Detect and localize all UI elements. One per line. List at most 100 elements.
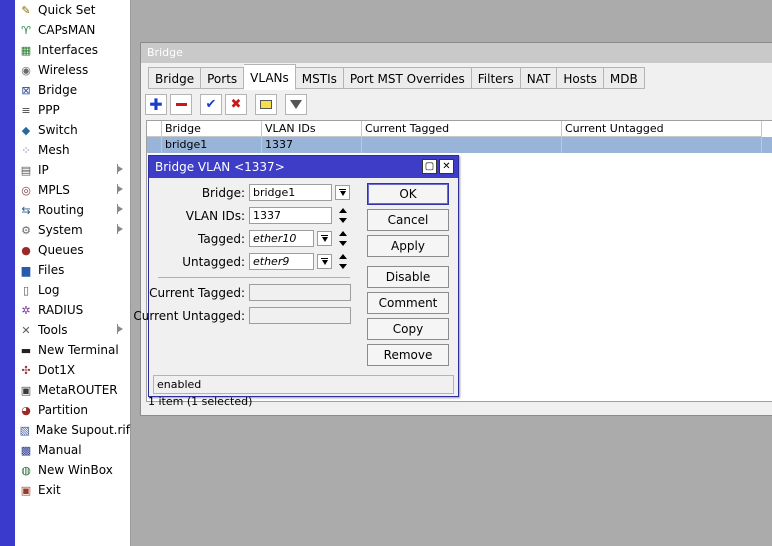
sidebar-item-manual[interactable]: ▩ Manual [15,440,130,460]
bridge-select[interactable]: bridge1 [249,184,332,201]
apply-button[interactable]: Apply [367,235,449,257]
dialog-separator [158,277,350,278]
column-header[interactable]: VLAN IDs [262,121,362,137]
filter-button[interactable] [285,94,307,115]
sidebar-item-mpls[interactable]: ◎ MPLS [15,180,130,200]
sidebar-item-label: Exit [38,483,61,497]
column-header[interactable]: Bridge [162,121,262,137]
sidebar-item-quick-set[interactable]: ✎ Quick Set [15,0,130,20]
sidebar-item-interfaces[interactable]: ▦ Interfaces [15,40,130,60]
submenu-arrow-icon [117,164,124,174]
sidebar-item-new-winbox[interactable]: ◍ New WinBox [15,460,130,480]
comment-button[interactable]: Comment [367,292,449,314]
sidebar-item-routing[interactable]: ⇆ Routing [15,200,130,220]
close-icon[interactable]: ✕ [439,159,454,174]
sidebar-item-log[interactable]: ▯ Log [15,280,130,300]
minus-icon [175,103,187,106]
tab-hosts[interactable]: Hosts [557,67,604,89]
untagged-select[interactable]: ether9 [249,253,314,270]
tab-ports[interactable]: Ports [201,67,245,89]
comment-button[interactable] [255,94,277,115]
sidebar-item-new-terminal[interactable]: ▬ New Terminal [15,340,130,360]
dialog-status: enabled [153,375,454,394]
exit-icon: ▣ [20,483,32,497]
sidebar-item-label: New WinBox [38,463,113,477]
sidebar-item-label: Make Supout.rif [35,423,130,437]
sidebar-item-label: MetaROUTER [38,383,118,397]
tagged-select[interactable]: ether10 [249,230,314,247]
switch-icon: ◆ [21,123,31,137]
tab-filters[interactable]: Filters [471,67,521,89]
bridge-window-title[interactable]: Bridge [141,43,772,63]
sidebar-item-label: Bridge [38,83,78,97]
dot1x-icon: ✣ [21,363,31,377]
tagged-label-row: Tagged: [149,230,245,247]
tab-vlans[interactable]: VLANs [244,64,296,90]
sidebar-item-radius[interactable]: ✲ RADIUS [15,300,130,320]
tab-mdb[interactable]: MDB [603,67,645,89]
sidebar-item-label: Wireless [38,63,89,77]
sidebar-item-capsman[interactable]: ♈ CAPsMAN [15,20,130,40]
copy-button[interactable]: Copy [367,318,449,340]
vlan-ids-input[interactable]: 1337 [249,207,332,224]
table-cell [562,137,762,153]
table-row[interactable]: bridge1 1337 [147,137,772,153]
sidebar-item-mesh[interactable]: ⁘ Mesh [15,140,130,160]
cross-icon: ✖ [230,97,242,112]
left-brand-strip [0,0,15,546]
sidebar-item-exit[interactable]: ▣ Exit [15,480,130,500]
sidebar-item-make-supout-rif[interactable]: ▧ Make Supout.rif [15,420,130,440]
untagged-updown-icon[interactable] [338,253,349,270]
sidebar-item-wireless[interactable]: ◉ Wireless [15,60,130,80]
cancel-button[interactable]: Cancel [367,209,449,231]
sidebar-menu: ✎ Quick Set ♈ CAPsMAN ▦ Interfaces ◉ Wireless ⊠ B… [15,0,131,546]
tab-mstis[interactable]: MSTIs [295,67,344,89]
row-spacer [147,137,162,153]
winbox-icon: ◍ [21,463,31,477]
maximize-icon[interactable]: ▢ [422,159,437,174]
remove-button[interactable]: Remove [367,344,449,366]
sidebar-item-files[interactable]: ▆ Files [15,260,130,280]
bridge-label: Bridge: [201,185,245,200]
vlan-ids-updown-icon[interactable] [338,207,349,224]
sidebar-item-system[interactable]: ⚙ System [15,220,130,240]
queues-icon: ● [21,243,31,257]
antenna-icon: ♈ [21,23,31,37]
remove-button[interactable] [170,94,192,115]
sidebar-item-ip[interactable]: ▤ IP [15,160,130,180]
tab-port-mst-overrides[interactable]: Port MST Overrides [343,67,472,89]
sidebar-item-dot1x[interactable]: ✣ Dot1X [15,360,130,380]
tagged-updown-icon[interactable] [338,230,349,247]
column-header[interactable]: Current Untagged [562,121,762,137]
sidebar-item-tools[interactable]: ✕ Tools [15,320,130,340]
tagged-dropdown-icon[interactable] [317,231,332,246]
tab-bridge[interactable]: Bridge [148,67,202,89]
untagged-dropdown-icon[interactable] [317,254,332,269]
enable-button[interactable]: ✔ [200,94,222,115]
sidebar-item-label: Quick Set [38,3,96,17]
current-tagged-field [249,284,351,301]
sidebar-item-bridge[interactable]: ⊠ Bridge [15,80,130,100]
sidebar-item-partition[interactable]: ◕ Partition [15,400,130,420]
metarouter-icon: ▣ [20,383,32,397]
tab-nat[interactable]: NAT [520,67,558,89]
sidebar-item-ppp[interactable]: ≡ PPP [15,100,130,120]
sidebar-item-metarouter[interactable]: ▣ MetaROUTER [15,380,130,400]
column-header[interactable]: Current Tagged [362,121,562,137]
dialog-title-bar[interactable]: Bridge VLAN <1337> ▢ ✕ [149,156,458,178]
wireless-icon: ◉ [21,63,31,77]
disable-button[interactable]: Disable [367,266,449,288]
bridge-dropdown-icon[interactable] [335,185,350,200]
add-button[interactable]: ✚ [145,94,167,115]
disable-button[interactable]: ✖ [225,94,247,115]
table-cell [362,137,562,153]
current-tagged-label: Current Tagged: [149,285,245,300]
note-icon [260,100,272,109]
sidebar-item-label: CAPsMAN [38,23,96,37]
ok-button[interactable]: OK [367,183,449,205]
sidebar-item-label: Switch [38,123,78,137]
submenu-arrow-icon [117,184,124,194]
sidebar-item-queues[interactable]: ● Queues [15,240,130,260]
sidebar-item-switch[interactable]: ◆ Switch [15,120,130,140]
system-icon: ⚙ [21,223,31,237]
